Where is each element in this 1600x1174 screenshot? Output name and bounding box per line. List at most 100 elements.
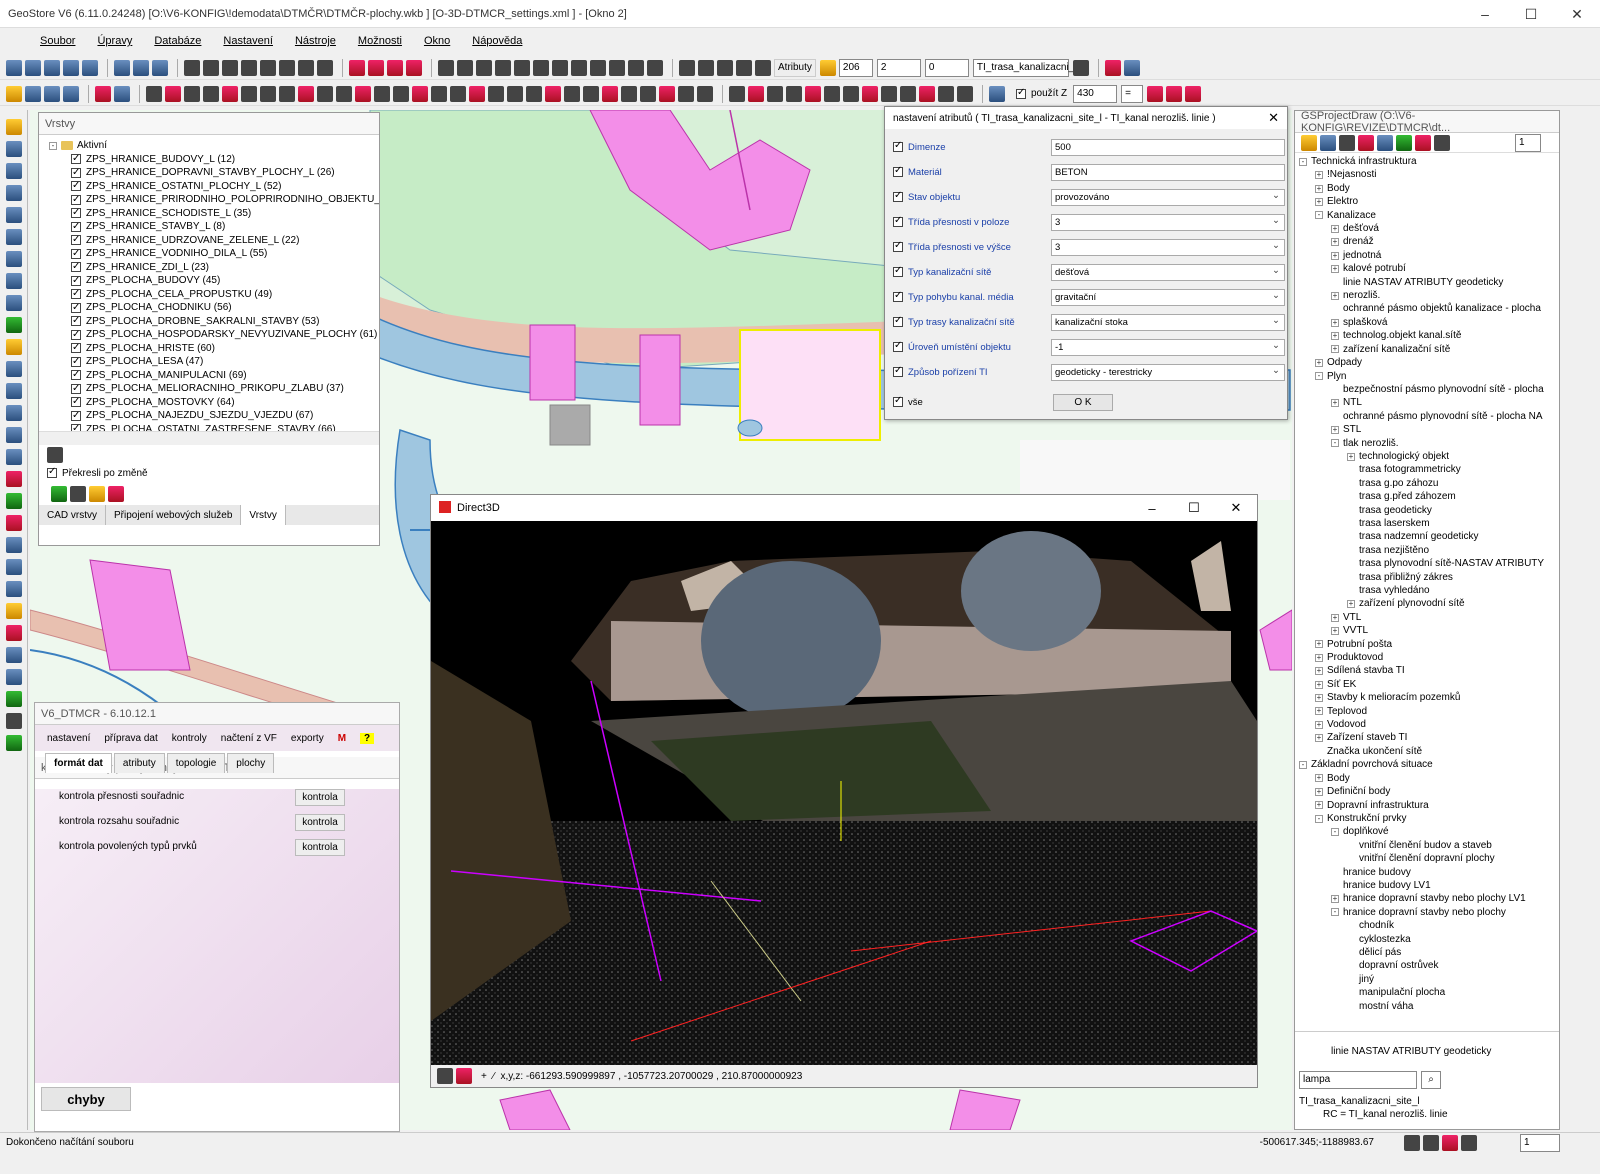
undo-icon[interactable] <box>114 59 130 76</box>
pattern-field[interactable]: 0 <box>924 58 969 77</box>
line-style-icon[interactable] <box>659 85 675 102</box>
line-style-icon[interactable] <box>450 85 466 102</box>
line-style-icon[interactable] <box>602 85 618 102</box>
edit-tool-icon[interactable] <box>590 59 606 76</box>
layer-item[interactable]: ZPS_HRANICE_BUDOVY_L (12) <box>49 152 379 167</box>
tree-node[interactable]: linie NASTAV ATRIBUTY geodeticky <box>1299 276 1559 289</box>
layer-item[interactable]: ZPS_PLOCHA_MELIORACNIHO_PRIKOPU_ZLABU (3… <box>49 382 379 396</box>
tree-node[interactable]: - tlak nerozliš. <box>1299 437 1559 450</box>
collapse-icon[interactable]: - <box>1331 828 1339 837</box>
expand-icon[interactable]: + <box>1331 331 1339 340</box>
grid-icon[interactable] <box>1423 1134 1439 1151</box>
line-style-icon[interactable] <box>374 85 390 102</box>
tool-icon[interactable] <box>5 361 22 377</box>
attribute-value[interactable]: dešťová <box>1051 263 1285 281</box>
minimize-icon[interactable]: – <box>1462 0 1508 28</box>
use-z-checkbox[interactable] <box>1016 87 1026 99</box>
expand-icon[interactable] <box>1347 989 1355 997</box>
tree-node[interactable]: - hranice dopravní stavby nebo plochy <box>1299 906 1559 919</box>
text-tool-icon[interactable] <box>222 59 238 76</box>
line-style-icon[interactable] <box>222 85 238 102</box>
line-style-icon[interactable] <box>767 85 783 102</box>
search-input[interactable]: lampa <box>1299 1071 1417 1089</box>
layer-root[interactable]: - Aktivní <box>49 139 379 153</box>
line-style-icon[interactable] <box>697 85 713 102</box>
layer-checkbox[interactable] <box>71 422 81 431</box>
tool-icon[interactable] <box>5 713 22 729</box>
attribute-checkbox[interactable] <box>893 190 903 202</box>
tool-icon[interactable] <box>5 119 22 135</box>
tree-node[interactable]: Značka ukončení sítě <box>1299 745 1559 758</box>
tree-node[interactable]: bezpečnostní pásmo plynovodní sítě - plo… <box>1299 383 1559 396</box>
layer-checkbox[interactable] <box>71 355 81 368</box>
menu-moznosti[interactable]: Možnosti <box>358 35 402 47</box>
tool-icon[interactable] <box>5 251 22 267</box>
expand-icon[interactable]: + <box>1315 787 1323 796</box>
layer-item[interactable]: ZPS_PLOCHA_CHODNIKU (56) <box>49 301 379 315</box>
expand-icon[interactable]: + <box>1331 425 1339 434</box>
expand-icon[interactable] <box>1347 493 1355 501</box>
z-op-select[interactable]: = <box>1121 84 1144 103</box>
collapse-icon[interactable]: - <box>1299 157 1307 166</box>
rect-tool-icon[interactable] <box>298 59 314 76</box>
layer-item[interactable]: ZPS_HRANICE_UDRZOVANE_ZELENE_L (22) <box>49 233 379 248</box>
point-cloud-view[interactable] <box>431 521 1257 1067</box>
layer-tool-icon[interactable] <box>95 85 111 102</box>
tree-node[interactable]: + dešťová <box>1299 222 1559 235</box>
open-icon[interactable] <box>1301 134 1317 151</box>
tool-icon[interactable] <box>1358 134 1374 151</box>
tree-node[interactable]: + zařízení plynovodní sítě <box>1299 597 1559 610</box>
attribute-checkbox[interactable] <box>893 340 903 352</box>
layer-item[interactable]: ZPS_PLOCHA_NAJEZDU_SJEZDU_VJEZDU (67) <box>49 409 379 423</box>
attribute-value[interactable]: kanalizační stoka <box>1051 313 1285 331</box>
expand-icon[interactable]: + <box>1331 345 1339 354</box>
line-style-icon[interactable] <box>957 85 973 102</box>
line-style-icon[interactable] <box>203 85 219 102</box>
tool-icon[interactable] <box>89 486 105 502</box>
expand-icon[interactable] <box>1347 506 1355 514</box>
tool-icon[interactable] <box>5 141 22 157</box>
expand-icon[interactable]: + <box>1315 358 1323 367</box>
layer-item[interactable]: ZPS_PLOCHA_HRISTE (60) <box>49 341 379 356</box>
expand-icon[interactable] <box>1347 962 1355 970</box>
expand-icon[interactable] <box>1347 949 1355 957</box>
tree-node[interactable]: trasa geodeticky <box>1299 504 1559 517</box>
circle-tool-icon[interactable] <box>241 59 257 76</box>
draw-tool-icon[interactable] <box>25 59 41 76</box>
tab-cad-layers[interactable]: CAD vrstvy <box>39 505 106 525</box>
print-icon[interactable] <box>63 85 79 102</box>
tree-node[interactable]: + STL <box>1299 423 1559 436</box>
expand-icon[interactable]: + <box>1315 693 1323 702</box>
delete-tool-icon[interactable] <box>349 59 365 76</box>
tree-node[interactable]: chodník <box>1299 919 1559 932</box>
layer-checkbox[interactable] <box>71 382 81 395</box>
tree-node[interactable]: + Stavby k melioracím pozemků <box>1299 691 1559 704</box>
draw-tool-icon[interactable] <box>44 59 60 76</box>
layer-checkbox[interactable] <box>71 247 81 260</box>
camera-icon[interactable] <box>437 1068 453 1084</box>
tree-node[interactable]: trasa g.po záhozu <box>1299 477 1559 490</box>
cube-icon[interactable] <box>456 1068 472 1084</box>
collapse-icon[interactable]: - <box>49 141 57 150</box>
line-style-icon[interactable] <box>165 85 181 102</box>
minimize-icon[interactable]: – <box>1131 495 1173 521</box>
tree-node[interactable]: + Elektro <box>1299 195 1559 208</box>
tool-icon[interactable] <box>5 449 22 465</box>
menu-upravy[interactable]: Úpravy <box>97 35 132 47</box>
dtm-menu-priprava[interactable]: příprava dat <box>104 733 157 744</box>
refresh-icon[interactable] <box>51 486 67 502</box>
close-icon[interactable]: ✕ <box>1215 495 1257 521</box>
delete-tool-icon[interactable] <box>387 59 403 76</box>
add-icon[interactable]: + <box>481 1071 487 1082</box>
tree-node[interactable]: jiný <box>1299 973 1559 986</box>
zoom-icon[interactable] <box>755 59 771 76</box>
expand-icon[interactable] <box>1331 882 1339 890</box>
attribute-value[interactable]: geodeticky - terestricky <box>1051 363 1285 381</box>
line-style-icon[interactable] <box>919 85 935 102</box>
globe-icon[interactable] <box>989 85 1005 102</box>
layer-checkbox[interactable] <box>71 166 81 179</box>
tool-icon[interactable] <box>1104 59 1121 76</box>
tree-node[interactable]: trasa nadzemní geodeticky <box>1299 530 1559 543</box>
check-button[interactable]: kontrola <box>295 814 345 831</box>
tree-node[interactable]: - Technická infrastruktura <box>1299 155 1559 168</box>
